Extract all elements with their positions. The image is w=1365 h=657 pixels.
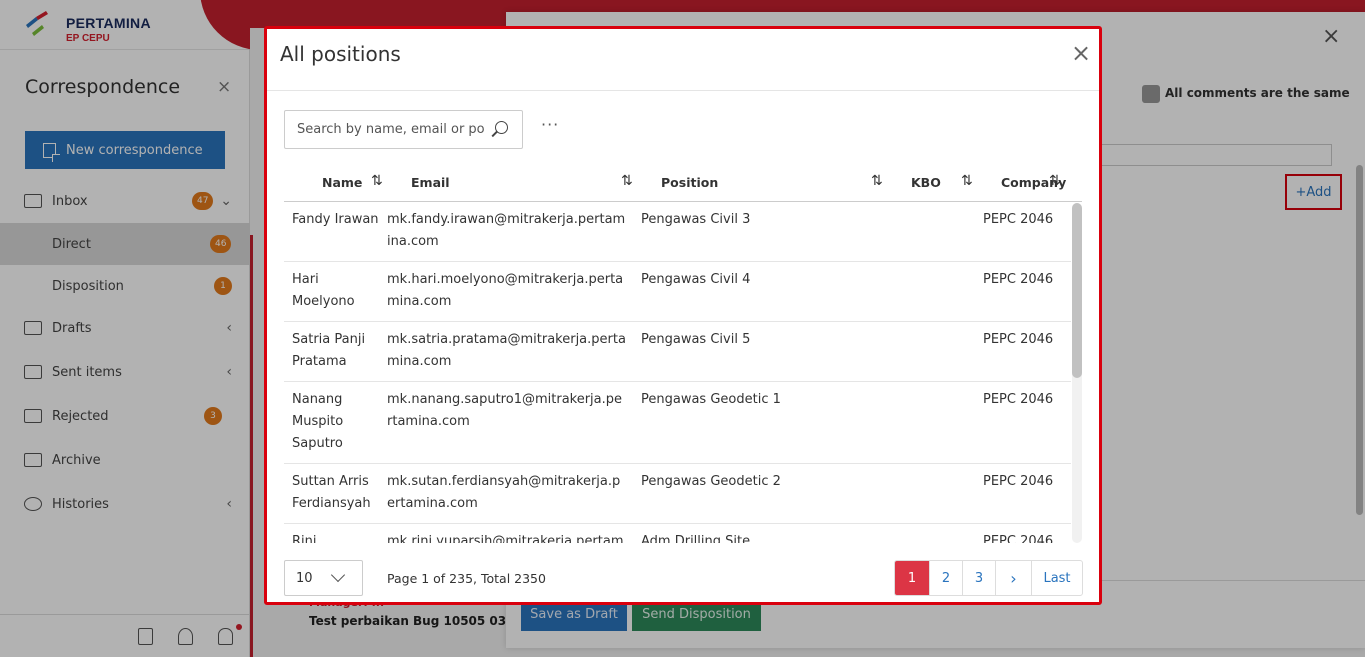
app-root: PERTAMINA EP CEPU Correspondence × New c… (0, 0, 1365, 657)
next-page-button[interactable]: › (995, 561, 1031, 595)
cell-name: Rini (292, 534, 317, 543)
more-options-icon[interactable]: ··· (541, 115, 559, 134)
cell-name: Nanang Muspito Saputro (292, 392, 344, 451)
cell-position: Pengawas Geodetic 1 (641, 392, 781, 407)
cell-position: Pengawas Civil 3 (641, 212, 751, 227)
all-positions-modal: All positions × ··· Name ⇅ Email ⇅ Posit… (264, 26, 1102, 605)
modal-divider (267, 90, 1099, 91)
column-header-kbo[interactable]: KBO (911, 175, 941, 190)
table-row[interactable]: Rini mk.rini.yuparsih@mitrakerja.pertami… (284, 524, 1071, 543)
cell-company: PEPC 2046 (983, 212, 1054, 227)
table-row[interactable]: Suttan Arris Ferdiansyah mk.sutan.ferdia… (284, 464, 1071, 524)
cell-name: Hari Moelyono (292, 272, 355, 309)
cell-company: PEPC 2046 (983, 272, 1054, 287)
pagination: 1 2 3 › Last (894, 560, 1083, 596)
cell-email: mk.nanang.saputro1@mitrakerja.pertamina.… (387, 392, 623, 429)
cell-email: mk.rini.yuparsih@mitrakerja.pertamina.co… (387, 534, 624, 543)
page-info: Page 1 of 235, Total 2350 (387, 571, 546, 586)
page-1-button[interactable]: 1 (895, 561, 929, 595)
column-header-name[interactable]: Name (322, 175, 362, 190)
column-header-position[interactable]: Position (661, 175, 718, 190)
cell-name: Fandy Irawan (292, 212, 379, 227)
table-scrollbar-thumb[interactable] (1072, 203, 1082, 378)
cell-company: PEPC 2046 (983, 332, 1054, 347)
table-scrollbar[interactable] (1072, 203, 1082, 543)
cell-company: PEPC 2046 (983, 534, 1054, 543)
sort-email-icon[interactable]: ⇅ (621, 173, 633, 189)
cell-position: Pengawas Civil 5 (641, 332, 751, 347)
last-page-button[interactable]: Last (1031, 561, 1082, 595)
cell-name: Suttan Arris Ferdiansyah (292, 474, 371, 511)
page-size-select[interactable]: 10 (284, 560, 363, 596)
cell-company: PEPC 2046 (983, 474, 1054, 489)
cell-email: mk.satria.pratama@mitrakerja.pertamina.c… (387, 332, 626, 369)
cell-position: Pengawas Geodetic 2 (641, 474, 781, 489)
cell-email: mk.sutan.ferdiansyah@mitrakerja.pertamin… (387, 474, 621, 511)
cell-company: PEPC 2046 (983, 392, 1054, 407)
page-2-button[interactable]: 2 (929, 561, 962, 595)
modal-close-icon[interactable]: × (1071, 39, 1091, 67)
modal-title: All positions (280, 42, 401, 66)
table-row[interactable]: Nanang Muspito Saputro mk.nanang.saputro… (284, 382, 1071, 464)
table-row[interactable]: Fandy Irawan mk.fandy.irawan@mitrakerja.… (284, 202, 1071, 262)
table-row[interactable]: Satria Panji Pratama mk.satria.pratama@m… (284, 322, 1071, 382)
cell-position: Pengawas Civil 4 (641, 272, 751, 287)
sort-kbo-icon[interactable]: ⇅ (961, 173, 973, 189)
column-header-email[interactable]: Email (411, 175, 450, 190)
sort-name-icon[interactable]: ⇅ (371, 173, 383, 189)
cell-position: Adm Drilling Site (641, 534, 751, 543)
sort-position-icon[interactable]: ⇅ (871, 173, 883, 189)
cell-name: Satria Panji Pratama (292, 332, 366, 369)
table-row[interactable]: Hari Moelyono mk.hari.moelyono@mitrakerj… (284, 262, 1071, 322)
cell-email: mk.hari.moelyono@mitrakerja.pertamina.co… (387, 272, 624, 309)
search-icon[interactable] (495, 121, 508, 134)
cell-email: mk.fandy.irawan@mitrakerja.pertamina.com (387, 212, 626, 249)
positions-table-body[interactable]: Fandy Irawan mk.fandy.irawan@mitrakerja.… (284, 202, 1071, 543)
search-input[interactable] (284, 110, 523, 149)
page-3-button[interactable]: 3 (962, 561, 995, 595)
page-size-value: 10 (296, 570, 313, 586)
sort-company-icon[interactable]: ⇅ (1049, 173, 1061, 189)
